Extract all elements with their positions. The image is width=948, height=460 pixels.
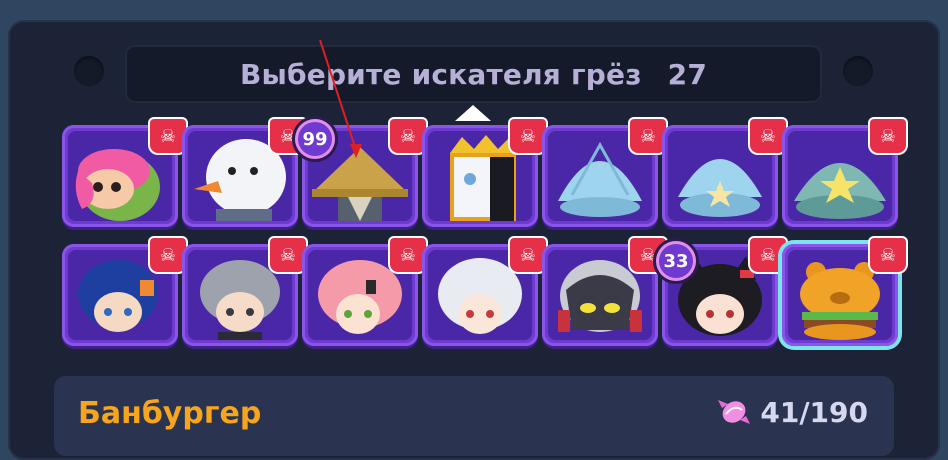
hero-slot-7[interactable]: ☠ [782,119,906,227]
skull-flag-icon: ☠ [750,119,786,153]
hero-slot-8[interactable]: ☠ [62,238,186,346]
hero-slot-6[interactable]: ☠ [662,119,786,227]
hero-slot-12[interactable]: ☠ [542,238,666,346]
skull-flag-icon: ☠ [870,238,906,272]
panel-rivet-left [74,56,104,86]
hero-slot-14-selected[interactable]: ☠ [782,238,906,346]
hero-count: 27 [667,57,708,91]
hero-slot-1[interactable]: ☠ [62,119,186,227]
skull-flag-icon: ☠ [510,119,546,153]
selected-hero-info: Банбургер 41/190 [54,376,894,456]
title-bar: Выберите искателя грёз 27 [125,45,822,103]
hero-slot-11[interactable]: ☠ [422,238,546,346]
hero-slot-5[interactable]: ☠ [542,119,666,227]
hero-slot-10[interactable]: ☠ [302,238,426,346]
skull-flag-icon: ☠ [390,238,426,272]
selected-hero-name: Банбургер [78,396,262,431]
panel-rivet-right [843,56,873,86]
candy-icon [716,394,752,430]
title-text: Выберите искателя грёз [239,57,642,91]
skull-flag-icon: ☠ [150,238,186,272]
hero-slot-2[interactable]: ☠ [182,119,306,227]
skull-flag-icon: ☠ [870,119,906,153]
skull-flag-icon: ☠ [390,119,426,153]
level-badge: 33 [656,241,696,281]
skull-flag-icon: ☠ [150,119,186,153]
hero-slot-4[interactable]: ☠ [422,119,546,227]
skull-flag-icon: ☠ [510,238,546,272]
pointer-triangle-icon [455,105,491,121]
hero-shard-progress: 41/190 [760,396,868,429]
skull-flag-icon: ☠ [630,119,666,153]
skull-flag-icon: ☠ [750,238,786,272]
level-badge: 99 [295,119,335,159]
skull-flag-icon: ☠ [270,238,306,272]
hero-slot-9[interactable]: ☠ [182,238,306,346]
